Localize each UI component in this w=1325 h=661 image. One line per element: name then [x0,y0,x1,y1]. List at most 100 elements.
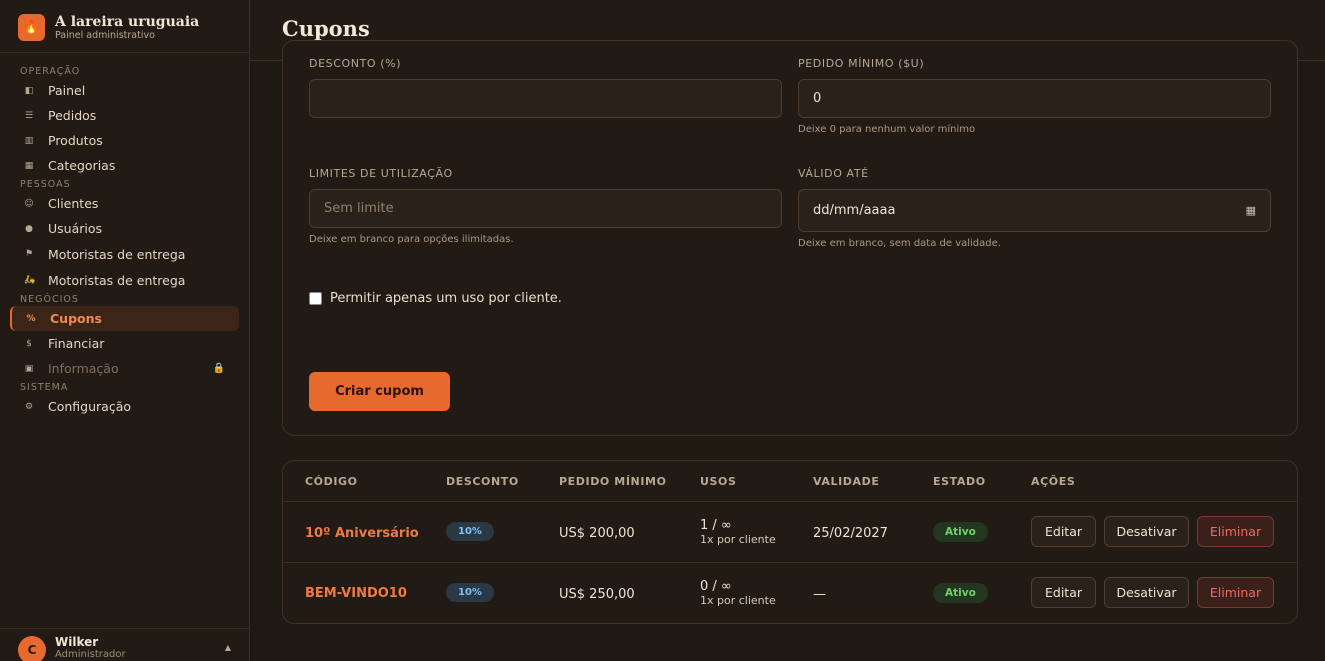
coupon-form: DESCONTO (%) PEDIDO MÍNIMO ($U) 0 Deixe … [282,40,1298,436]
calendar-icon[interactable]: ▦ [1246,204,1256,217]
discount-field: DESCONTO (%) [309,57,782,118]
discount-label: DESCONTO (%) [309,57,402,70]
nav-section-label: SISTEMA [20,382,69,393]
sidebar-item-informacao[interactable]: ▣ Informação 🔒 [10,356,239,381]
create-coupon-button[interactable]: Criar cupom [309,372,450,411]
nav-section-label: PESSOAS [20,179,71,190]
valid-until-label: VÁLIDO ATÉ [798,167,869,180]
sidebar-item-cupons[interactable]: % Cupons [10,306,239,331]
sidebar-item-label: Cupons [50,311,102,326]
sidebar-item-label: Pedidos [48,108,97,123]
deactivate-button[interactable]: Desativar [1104,577,1189,608]
main-content: Cupons DESCONTO (%) PEDIDO MÍNIMO ($U) 0… [250,0,1325,661]
deactivate-button[interactable]: Desativar [1104,516,1189,547]
users-icon: ● [25,223,33,234]
status-badge: Ativo [933,522,988,542]
sidebar-item-categorias[interactable]: ▦ Categorias [10,153,239,178]
column-header: CÓDIGO [305,475,358,488]
column-header: DESCONTO [446,475,519,488]
avatar: C [18,636,46,661]
brand-subtitle: Painel administrativo [55,29,155,41]
categories-icon: ▦ [24,160,34,171]
min-order-value: US$ 200,00 [559,526,635,541]
sidebar-item-label: Categorias [48,158,116,173]
validity-date: — [813,587,826,602]
sidebar-item-label: Motoristas de entrega [48,246,186,262]
clients-icon: ☺ [24,198,34,209]
delete-button[interactable]: Eliminar [1197,516,1274,547]
page-title: Cupons [282,16,370,41]
column-header: ESTADO [933,475,986,488]
dashboard-icon: ◧ [24,85,34,96]
sidebar: 🔥 A lareira uruguaia Painel administrati… [0,0,250,661]
usage-limit-field: LIMITES DE UTILIZAÇÃO Sem limite Deixe e… [309,167,782,245]
discount-badge: 10% [446,583,494,602]
min-order-value: US$ 250,00 [559,587,635,602]
valid-until-hint: Deixe em branco, sem data de validade. [798,238,1001,249]
coupon-code: 10º Aniversário [305,526,419,541]
nav-section-label: NEGÓCIOS [20,294,79,305]
user-menu[interactable]: C Wilker Administrador ▲ [0,628,249,661]
sidebar-item-label: Informação [48,361,119,376]
validity-date: 25/02/2027 [813,526,888,541]
uses-note: 1x por cliente [700,533,776,546]
products-icon: ▥ [24,135,34,146]
min-order-hint: Deixe 0 para nenhum valor mínimo [798,124,976,135]
valid-until-field: VÁLIDO ATÉ dd/mm/aaaa ▦ Deixe em branco,… [798,167,1271,249]
sidebar-item-label: Configuração [48,399,132,414]
uses-cell: 1 / ∞ 1x por cliente [700,518,776,547]
table-header: CÓDIGO DESCONTO PEDIDO MÍNIMO USOS VALID… [283,461,1297,502]
flag-icon: ⚑ [24,249,34,259]
sidebar-item-label: Clientes [48,196,99,211]
discount-input[interactable] [309,79,782,118]
usage-limit-input[interactable]: Sem limite [309,189,782,228]
usage-limit-label: LIMITES DE UTILIZAÇÃO [309,167,453,180]
valid-until-value: dd/mm/aaaa [813,203,896,218]
one-per-client-label: Permitir apenas um uso por cliente. [330,291,562,306]
uses-note: 1x por cliente [700,594,776,607]
uses-count: 0 / ∞ [700,579,732,594]
sidebar-item-motoristas[interactable]: ⚑ Motoristas de entrega [10,241,239,267]
dollar-icon: $ [26,338,32,349]
sidebar-item-clientes[interactable]: ☺ Clientes [10,191,239,216]
min-order-input[interactable]: 0 [798,79,1271,118]
sidebar-item-motoristas-2[interactable]: 🛵 Motoristas de entrega [10,267,239,293]
gear-icon: ⚙ [24,401,34,412]
user-role: Administrador [55,649,126,660]
column-header: VALIDADE [813,475,880,488]
column-header: PEDIDO MÍNIMO [559,475,667,488]
sidebar-item-configuracao[interactable]: ⚙ Configuração [10,394,239,419]
min-order-field: PEDIDO MÍNIMO ($U) 0 Deixe 0 para nenhum… [798,57,1271,135]
sidebar-item-pedidos[interactable]: ☰ Pedidos [10,103,239,128]
sidebar-item-produtos[interactable]: ▥ Produtos [10,128,239,153]
one-per-client-option[interactable]: Permitir apenas um uso por cliente. [309,291,562,306]
uses-cell: 0 / ∞ 1x por cliente [700,579,776,608]
brand: 🔥 A lareira uruguaia Painel administrati… [0,0,249,53]
coupons-table: CÓDIGO DESCONTO PEDIDO MÍNIMO USOS VALID… [282,460,1298,624]
orders-icon: ☰ [24,110,34,121]
table-row: 10º Aniversário 10% US$ 200,00 1 / ∞ 1x … [283,502,1297,563]
sidebar-item-label: Financiar [48,336,105,351]
usage-limit-hint: Deixe em branco para opções ilimitadas. [309,234,514,245]
uses-count: 1 / ∞ [700,518,732,533]
edit-button[interactable]: Editar [1031,516,1096,547]
coupon-code: BEM-VINDO10 [305,586,407,601]
sidebar-item-usuarios[interactable]: ● Usuários [10,216,239,241]
report-icon: ▣ [24,363,34,374]
sidebar-item-painel[interactable]: ◧ Painel [10,78,239,103]
valid-until-input[interactable]: dd/mm/aaaa ▦ [798,189,1271,232]
delete-button[interactable]: Eliminar [1197,577,1274,608]
brand-title: A lareira uruguaia [55,13,200,30]
one-per-client-checkbox[interactable] [309,292,322,305]
sidebar-item-financiar[interactable]: $ Financiar [10,331,239,356]
percent-icon: % [26,313,36,324]
sidebar-item-label: Usuários [48,221,103,236]
scooter-icon: 🛵 [24,275,36,285]
sidebar-nav: OPERAÇÃO ◧ Painel ☰ Pedidos ▥ Produtos ▦ Cat… [0,53,249,419]
user-name: Wilker [55,635,99,649]
sidebar-item-label: Motoristas de entrega [48,272,186,288]
sidebar-item-label: Painel [48,83,86,98]
column-header: USOS [700,475,737,488]
edit-button[interactable]: Editar [1031,577,1096,608]
sidebar-item-label: Produtos [48,133,103,148]
